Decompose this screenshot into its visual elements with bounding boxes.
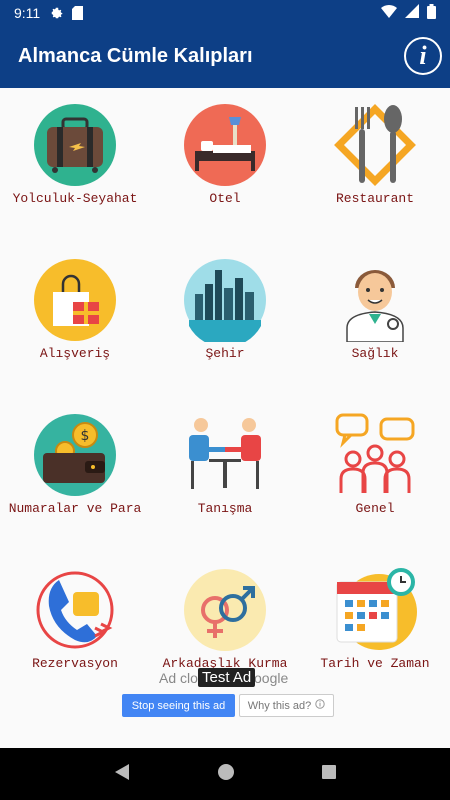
battery-icon	[427, 3, 436, 22]
info-circle-icon	[315, 699, 325, 712]
why-this-ad-button[interactable]: Why this ad?	[239, 694, 334, 717]
category-label: Yolculuk-Seyahat	[12, 191, 138, 206]
info-icon: i	[419, 41, 427, 70]
city-skyline-icon	[183, 258, 267, 342]
sd-card-icon	[72, 5, 84, 20]
status-bar: 9:11	[0, 0, 450, 25]
stop-seeing-ad-button[interactable]: Stop seeing this ad	[122, 694, 235, 717]
ad-google-text: oogle	[254, 670, 289, 686]
category-label: Numaralar ve Para	[8, 501, 142, 516]
category-label: Otel	[209, 191, 241, 206]
luggage-icon	[33, 103, 117, 187]
category-label: Şehir	[205, 346, 245, 361]
settings-gear-icon	[50, 6, 64, 20]
signal-icon	[405, 4, 419, 21]
category-meeting[interactable]: Tanışma	[150, 398, 300, 553]
svg-text:$: $	[81, 428, 90, 444]
app-title: Almanca Cümle Kalıpları	[18, 45, 253, 67]
hotel-bed-icon	[183, 103, 267, 187]
ad-closed-text: Ad clo	[159, 670, 198, 686]
home-icon[interactable]	[217, 763, 235, 786]
calendar-clock-icon	[333, 568, 417, 652]
ad-banner: Ad clo oogle Test Ad Stop seeing this ad…	[0, 668, 450, 723]
category-city[interactable]: Şehir	[150, 243, 300, 398]
gender-symbols-icon	[183, 568, 267, 652]
chat-people-icon	[333, 413, 417, 497]
recents-icon[interactable]	[321, 764, 337, 785]
category-hotel[interactable]: Otel	[150, 88, 300, 243]
phone-call-icon	[33, 568, 117, 652]
category-general[interactable]: Genel	[300, 398, 450, 553]
back-icon[interactable]	[113, 763, 131, 786]
shopping-bag-icon	[33, 258, 117, 342]
status-time: 9:11	[14, 4, 41, 21]
category-label: Genel	[355, 501, 395, 516]
category-travel[interactable]: Yolculuk-Seyahat	[0, 88, 150, 243]
meeting-icon	[183, 413, 267, 497]
fork-spoon-icon	[333, 103, 417, 187]
category-label: Alışveriş	[39, 346, 111, 361]
category-label: Tanışma	[197, 501, 253, 516]
category-health[interactable]: Sağlık	[300, 243, 450, 398]
wifi-icon	[381, 4, 397, 21]
category-numbers-money[interactable]: $ Numaralar ve Para	[0, 398, 150, 553]
category-restaurant[interactable]: Restaurant	[300, 88, 450, 243]
wallet-coins-icon: $	[33, 413, 117, 497]
test-ad-badge: Test Ad	[198, 668, 256, 687]
doctor-icon	[333, 258, 417, 342]
info-button[interactable]: i	[404, 37, 442, 75]
category-shopping[interactable]: Alışveriş	[0, 243, 150, 398]
navigation-bar	[0, 748, 450, 800]
category-label: Restaurant	[335, 191, 414, 206]
category-label: Sağlık	[351, 346, 399, 361]
app-bar: Almanca Cümle Kalıpları i	[0, 25, 450, 88]
why-this-ad-label: Why this ad?	[247, 699, 312, 712]
